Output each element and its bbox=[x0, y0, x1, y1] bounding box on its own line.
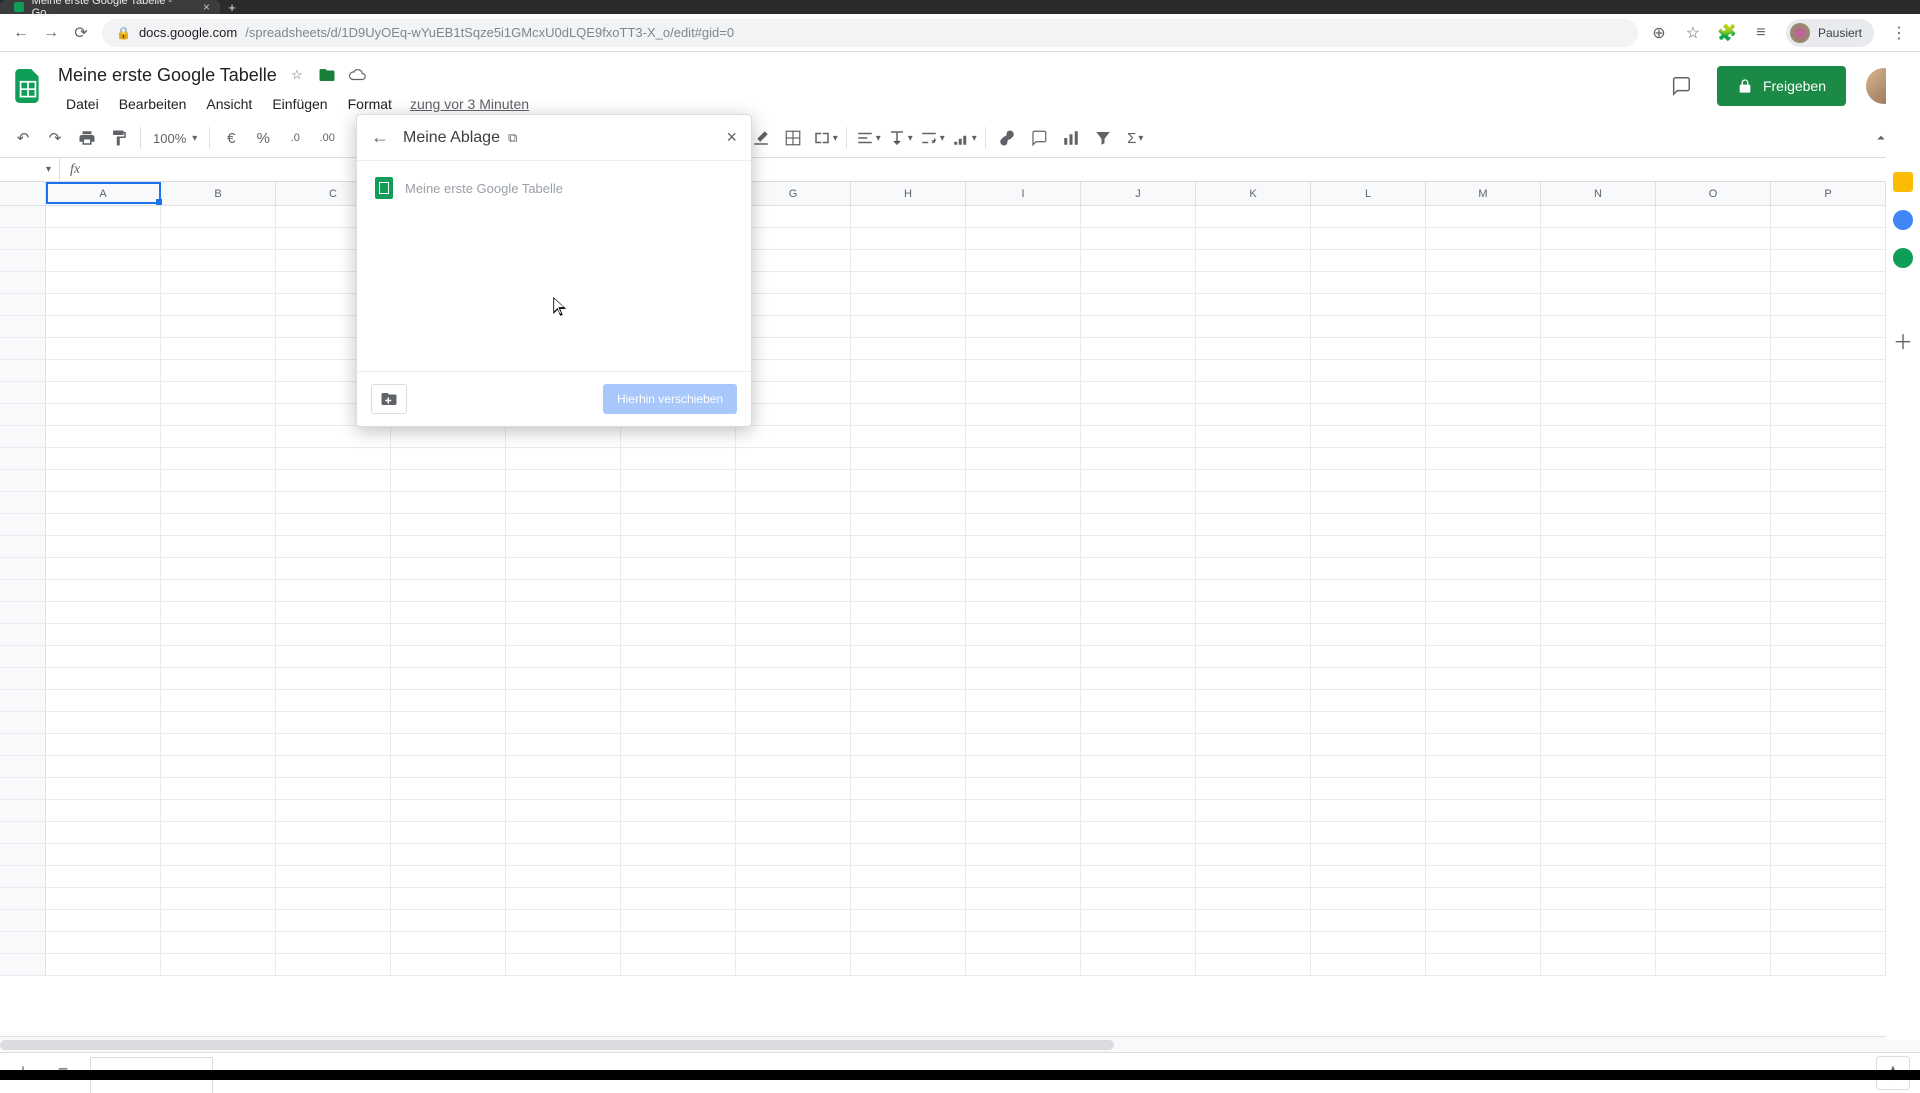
redo-icon[interactable]: ↷ bbox=[40, 123, 70, 153]
spreadsheet-grid[interactable]: A B C D E F G H I J K L M N O P bbox=[0, 182, 1920, 1036]
addons-plus-icon[interactable]: ＋ bbox=[1893, 326, 1913, 355]
col-header-i[interactable]: I bbox=[966, 182, 1081, 205]
col-header-b[interactable]: B bbox=[161, 182, 276, 205]
zoom-value: 100% bbox=[153, 131, 186, 146]
halign-icon[interactable]: ▾ bbox=[853, 123, 883, 153]
menu-ansicht[interactable]: Ansicht bbox=[198, 92, 260, 116]
currency-icon[interactable]: € bbox=[216, 123, 246, 153]
extensions-icon[interactable]: 🧩 bbox=[1718, 24, 1736, 42]
chevron-down-icon: ▾ bbox=[192, 133, 197, 144]
keep-icon[interactable] bbox=[1893, 172, 1913, 192]
paused-label: Pausiert bbox=[1818, 26, 1862, 40]
wrap-icon[interactable]: ▾ bbox=[917, 123, 947, 153]
fx-icon: fx bbox=[60, 162, 90, 178]
menu-einfuegen[interactable]: Einfügen bbox=[264, 92, 335, 116]
col-header-j[interactable]: J bbox=[1081, 182, 1196, 205]
back-icon[interactable]: ← bbox=[12, 24, 30, 42]
formula-bar: ▾ fx bbox=[0, 158, 1920, 182]
borders-icon[interactable] bbox=[778, 123, 808, 153]
address-bar[interactable]: 🔒 docs.google.com /spreadsheets/d/1D9UyO… bbox=[102, 19, 1638, 47]
document-title[interactable]: Meine erste Google Tabelle bbox=[58, 65, 277, 86]
merge-icon[interactable]: ▾ bbox=[810, 123, 840, 153]
col-header-m[interactable]: M bbox=[1426, 182, 1541, 205]
browser-menu-icon[interactable]: ⋮ bbox=[1890, 24, 1908, 42]
lock-icon: 🔒 bbox=[116, 26, 131, 40]
drive-item-current-file[interactable]: Meine erste Google Tabelle bbox=[357, 169, 751, 207]
url-host: docs.google.com bbox=[139, 25, 237, 40]
toolbar: ↶ ↷ 100% ▾ € % .0 .00 ▾ ▾ ▾ ▾ ▾ Σ▾ bbox=[0, 118, 1920, 158]
star-outline-icon[interactable]: ☆ bbox=[287, 65, 307, 85]
browser-toolbar: ← → ⟳ 🔒 docs.google.com /spreadsheets/d/… bbox=[0, 14, 1920, 52]
increase-decimal-icon[interactable]: .00 bbox=[312, 123, 342, 153]
move-dialog: ← Meine Ablage ⧉ × Meine erste Google Ta… bbox=[356, 114, 752, 427]
close-tab-icon[interactable]: × bbox=[203, 1, 210, 13]
comment-icon[interactable] bbox=[1024, 123, 1054, 153]
sheets-logo[interactable] bbox=[8, 66, 48, 106]
close-icon[interactable]: × bbox=[726, 127, 737, 148]
menu-format[interactable]: Format bbox=[340, 92, 400, 116]
sheets-file-icon bbox=[375, 177, 393, 199]
app-header: Meine erste Google Tabelle ☆ Datei Bearb… bbox=[0, 52, 1920, 118]
col-header-g[interactable]: G bbox=[736, 182, 851, 205]
move-here-button[interactable]: Hierhin verschieben bbox=[603, 384, 737, 414]
functions-icon[interactable]: Σ▾ bbox=[1120, 123, 1150, 153]
zoom-icon[interactable]: ⊕ bbox=[1650, 24, 1668, 42]
share-label: Freigeben bbox=[1763, 78, 1826, 94]
column-headers: A B C D E F G H I J K L M N O P bbox=[0, 182, 1919, 206]
browser-tab-strip: Meine erste Google Tabelle - Go… × + bbox=[0, 0, 1920, 14]
name-box[interactable]: ▾ bbox=[0, 158, 60, 181]
zoom-select[interactable]: 100% ▾ bbox=[147, 131, 203, 146]
col-header-k[interactable]: K bbox=[1196, 182, 1311, 205]
sheets-favicon bbox=[14, 2, 24, 12]
dialog-title: Meine Ablage ⧉ bbox=[403, 129, 517, 147]
forward-icon[interactable]: → bbox=[42, 24, 60, 42]
menu-datei[interactable]: Datei bbox=[58, 92, 107, 116]
col-header-a[interactable]: A bbox=[46, 182, 161, 205]
browser-tab[interactable]: Meine erste Google Tabelle - Go… × bbox=[0, 0, 220, 14]
reload-icon[interactable]: ⟳ bbox=[72, 24, 90, 42]
url-path: /spreadsheets/d/1D9UyOEq-wYuEB1tSqze5i1G… bbox=[245, 25, 734, 40]
print-icon[interactable] bbox=[72, 123, 102, 153]
mini-avatar bbox=[1790, 23, 1810, 43]
comments-button[interactable] bbox=[1661, 66, 1701, 106]
col-header-h[interactable]: H bbox=[851, 182, 966, 205]
share-button[interactable]: Freigeben bbox=[1717, 66, 1846, 106]
valign-icon[interactable]: ▾ bbox=[885, 123, 915, 153]
col-header-p[interactable]: P bbox=[1771, 182, 1886, 205]
last-edit-link[interactable]: zung vor 3 Minuten bbox=[410, 96, 529, 112]
star-icon[interactable]: ☆ bbox=[1684, 24, 1702, 42]
filter-icon[interactable] bbox=[1088, 123, 1118, 153]
new-tab-button[interactable]: + bbox=[220, 0, 244, 14]
contacts-icon[interactable] bbox=[1893, 248, 1913, 268]
chart-icon[interactable] bbox=[1056, 123, 1086, 153]
horizontal-scrollbar[interactable] bbox=[0, 1036, 1920, 1052]
select-all-corner[interactable] bbox=[0, 182, 46, 205]
col-header-l[interactable]: L bbox=[1311, 182, 1426, 205]
paint-format-icon[interactable] bbox=[104, 123, 134, 153]
chevron-down-icon: ▾ bbox=[46, 164, 51, 175]
col-header-n[interactable]: N bbox=[1541, 182, 1656, 205]
decrease-decimal-icon[interactable]: .0 bbox=[280, 123, 310, 153]
menu-bearbeiten[interactable]: Bearbeiten bbox=[111, 92, 195, 116]
open-in-drive-icon[interactable]: ⧉ bbox=[508, 130, 517, 146]
drive-item-label: Meine erste Google Tabelle bbox=[405, 181, 563, 196]
profile-paused-chip[interactable]: Pausiert bbox=[1786, 19, 1874, 47]
browser-tab-title: Meine erste Google Tabelle - Go… bbox=[32, 0, 195, 19]
back-icon[interactable]: ← bbox=[371, 127, 389, 148]
link-icon[interactable] bbox=[992, 123, 1022, 153]
move-folder-icon[interactable] bbox=[317, 65, 337, 85]
new-folder-button[interactable] bbox=[371, 384, 407, 414]
col-header-o[interactable]: O bbox=[1656, 182, 1771, 205]
side-panel: ＋ bbox=[1886, 52, 1920, 1040]
undo-icon[interactable]: ↶ bbox=[8, 123, 38, 153]
rotate-icon[interactable]: ▾ bbox=[949, 123, 979, 153]
tasks-icon[interactable] bbox=[1893, 210, 1913, 230]
crop-bottom bbox=[0, 1070, 1920, 1080]
scroll-thumb[interactable] bbox=[0, 1040, 1114, 1050]
menu-lines-icon[interactable]: ≡ bbox=[1752, 24, 1770, 42]
cloud-status-icon[interactable] bbox=[347, 65, 367, 85]
percent-icon[interactable]: % bbox=[248, 123, 278, 153]
